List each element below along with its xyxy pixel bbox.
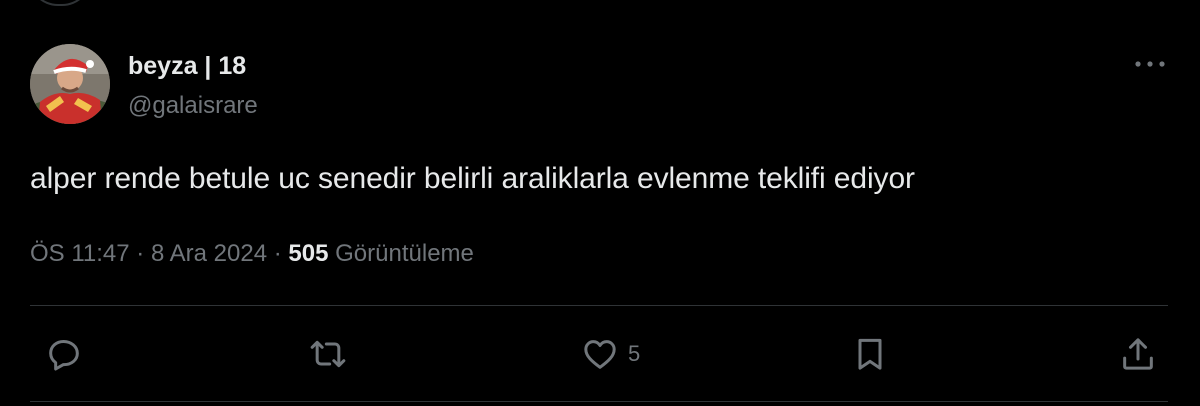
tweet-time[interactable]: ÖS 11:47: [30, 240, 130, 267]
views-label: Görüntüleme: [335, 240, 474, 267]
avatar-photo: [30, 44, 110, 124]
heart-icon: [584, 340, 616, 369]
display-name[interactable]: beyza | 18: [128, 52, 246, 81]
retweet-icon: [310, 340, 346, 368]
share-button[interactable]: [1118, 334, 1158, 374]
divider: [30, 305, 1168, 306]
more-button[interactable]: [1130, 52, 1170, 76]
meta-separator: ·: [136, 240, 145, 267]
tweet-metadata: ÖS 11:47 · 8 Ara 2024 · 505 Görüntüleme: [30, 240, 474, 268]
share-icon: [1123, 338, 1153, 370]
like-count: 5: [628, 341, 641, 366]
tweet-date[interactable]: 8 Ara 2024: [151, 240, 267, 267]
reply-button[interactable]: [44, 334, 84, 374]
divider: [30, 401, 1168, 402]
retweet-button[interactable]: [308, 334, 348, 374]
user-handle[interactable]: @galaisrare: [128, 92, 258, 120]
bookmark-icon: [858, 338, 882, 370]
avatar[interactable]: [30, 44, 110, 124]
meta-separator: ·: [273, 240, 282, 267]
like-button[interactable]: 5: [580, 334, 640, 374]
more-horizontal-icon: [1135, 61, 1165, 67]
bookmark-button[interactable]: [850, 334, 890, 374]
views-count: 505: [288, 240, 329, 267]
tweet-text: alper rende betule uc senedir belirli ar…: [30, 162, 915, 195]
tweet-card[interactable]: beyza | 18 @galaisrare alper rende betul…: [0, 0, 1200, 406]
reply-icon: [49, 340, 79, 371]
